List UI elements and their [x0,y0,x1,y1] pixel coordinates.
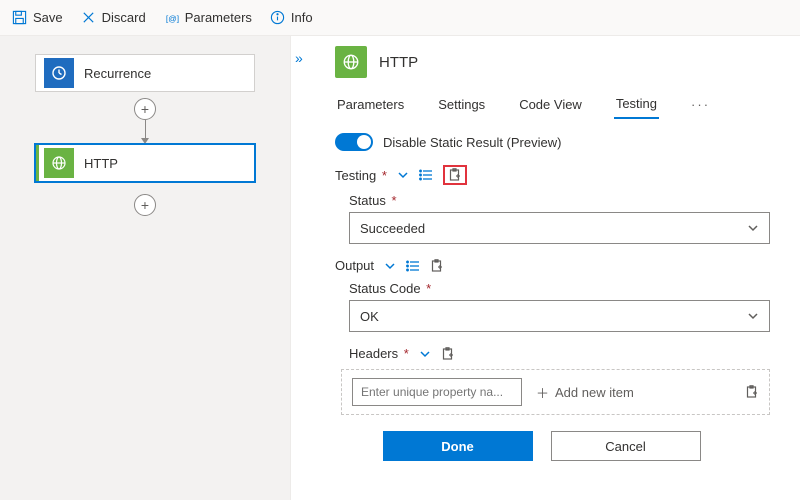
status-code-value: OK [360,309,379,324]
chevron-down-icon [747,222,759,234]
done-label: Done [441,439,474,454]
paste-icon[interactable] [430,259,444,273]
globe-icon [44,148,74,178]
node-recurrence-label: Recurrence [84,66,151,81]
discard-button[interactable]: Discard [81,10,146,25]
paste-icon[interactable] [441,347,455,361]
required-marker: * [388,193,397,208]
cancel-button[interactable]: Cancel [551,431,701,461]
info-label: Info [291,10,313,25]
top-toolbar: Save Discard [@] Parameters Info [0,0,800,36]
details-panel: » HTTP Parameters Settings Code View Tes… [290,36,800,500]
chevron-down-icon[interactable] [397,169,409,181]
node-http-label: HTTP [84,156,118,171]
paste-icon[interactable] [448,168,462,182]
workflow-canvas: Recurrence + HTTP + [0,36,290,500]
save-label: Save [33,10,63,25]
list-icon[interactable] [406,260,420,272]
add-new-item-button[interactable]: ＋ Add new item [536,383,634,402]
panel-tabs: Parameters Settings Code View Testing ··… [335,90,770,119]
info-button[interactable]: Info [270,10,313,25]
chevron-down-icon [747,310,759,322]
chevron-down-icon[interactable] [419,348,431,360]
required-marker: * [378,168,387,183]
output-section-label: Output [335,258,374,273]
status-dropdown[interactable]: Succeeded [349,212,770,244]
paste-sample-highlight [443,165,467,185]
collapse-panel-icon[interactable]: » [295,50,303,66]
connector: + [134,92,156,144]
parameters-icon: [@] [164,10,179,25]
parameters-button[interactable]: [@] Parameters [164,10,252,25]
chevron-down-icon[interactable] [384,260,396,272]
add-step-button-2[interactable]: + [134,194,156,216]
testing-section-label: Testing [335,168,376,183]
parameters-label: Parameters [185,10,252,25]
save-button[interactable]: Save [12,10,63,25]
node-recurrence[interactable]: Recurrence [35,54,255,92]
paste-icon[interactable] [745,385,759,399]
headers-box: ＋ Add new item [341,369,770,415]
status-value: Succeeded [360,221,425,236]
add-step-button[interactable]: + [134,98,156,120]
plus-icon: ＋ [536,383,549,402]
tab-code-view[interactable]: Code View [517,91,584,118]
status-code-label: Status Code [349,281,421,296]
list-icon[interactable] [419,169,433,181]
discard-label: Discard [102,10,146,25]
required-marker: * [423,281,432,296]
tab-parameters[interactable]: Parameters [335,91,406,118]
clock-icon [44,58,74,88]
headers-label: Headers [349,346,398,361]
disable-static-result-toggle[interactable] [335,133,373,151]
cancel-label: Cancel [605,439,645,454]
status-code-dropdown[interactable]: OK [349,300,770,332]
panel-title: HTTP [379,54,418,71]
toggle-label: Disable Static Result (Preview) [383,135,561,150]
close-icon [81,10,96,25]
header-key-input[interactable] [352,378,522,406]
required-marker: * [400,346,409,361]
tab-testing[interactable]: Testing [614,90,659,119]
tab-more[interactable]: ··· [689,91,712,118]
status-label: Status [349,193,386,208]
svg-text:[@]: [@] [166,13,179,23]
tab-settings[interactable]: Settings [436,91,487,118]
save-icon [12,10,27,25]
info-icon [270,10,285,25]
done-button[interactable]: Done [383,431,533,461]
globe-icon [335,46,367,78]
node-http[interactable]: HTTP [35,144,255,182]
add-new-item-label: Add new item [555,385,634,400]
